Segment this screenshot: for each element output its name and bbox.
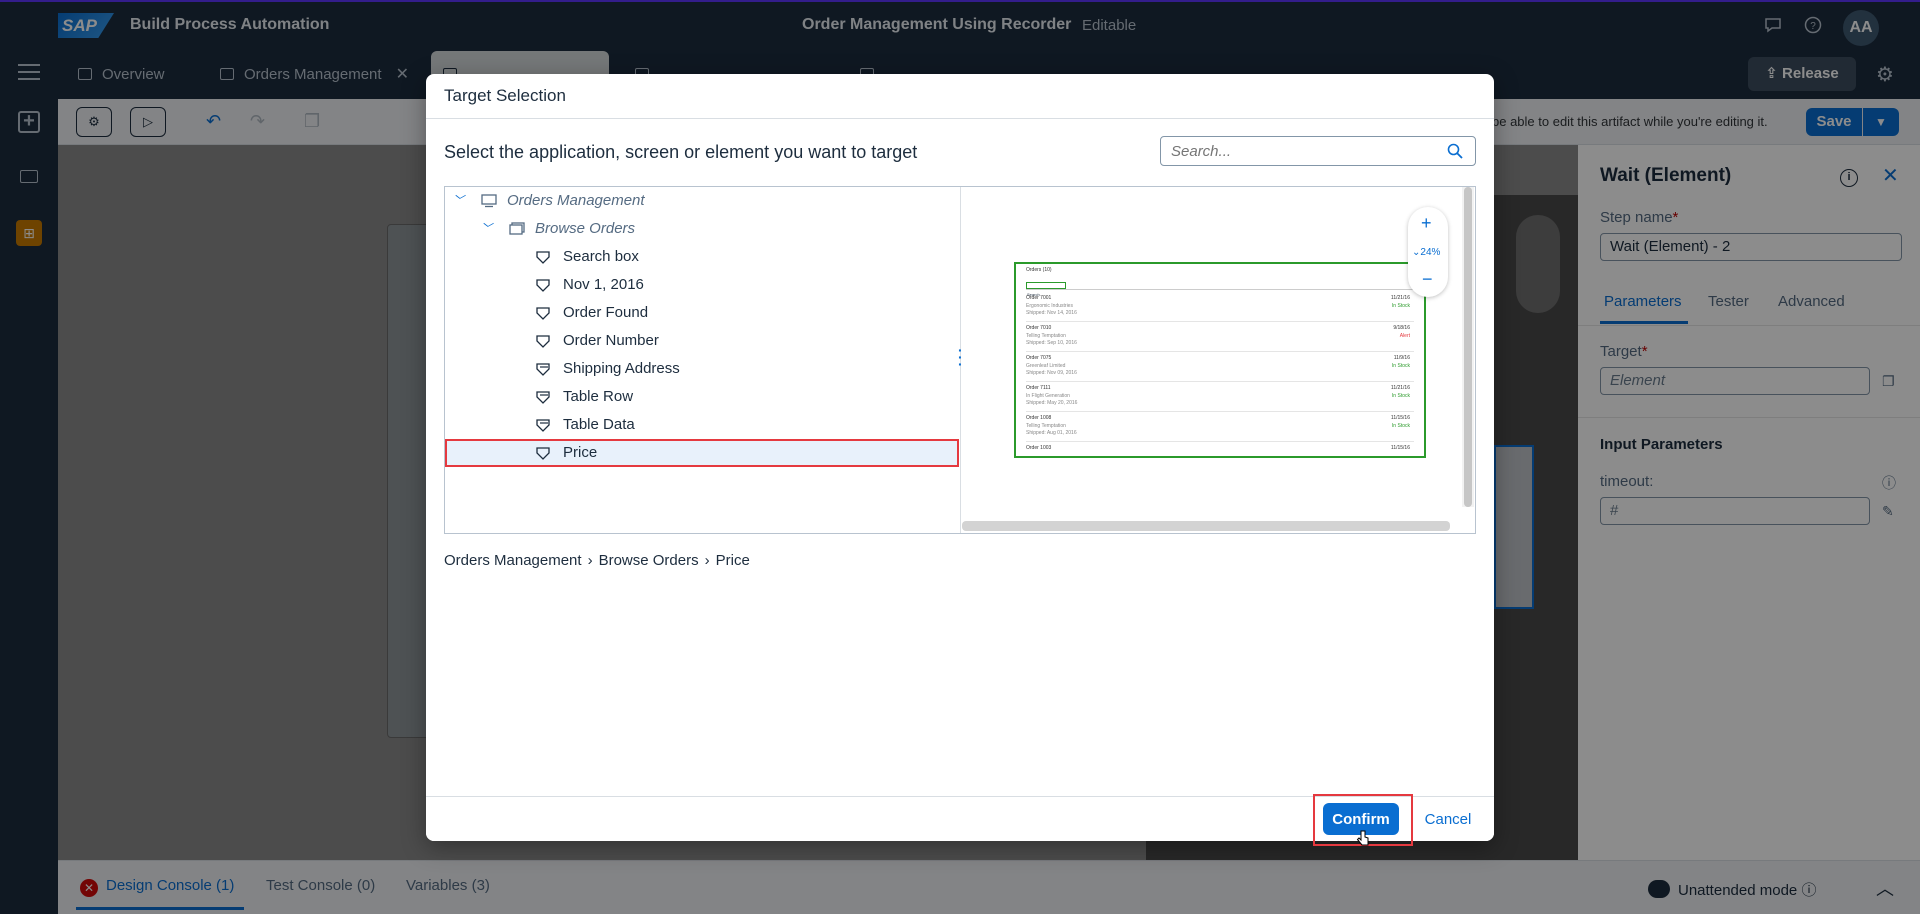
preview-row-line: Shipped: May 20, 2016 <box>1026 400 1078 406</box>
element-collection-icon <box>536 363 550 376</box>
preview-search-bar <box>1026 281 1414 290</box>
tree-item-element[interactable]: Nov 1, 2016 <box>445 271 959 299</box>
tree-item-label: Table Data <box>563 416 635 433</box>
chevron-down-icon[interactable]: ﹀ <box>481 215 492 243</box>
chevron-right-icon: › <box>587 552 593 569</box>
preview-row-status: In Stock <box>1391 363 1410 369</box>
tree-item-label: Order Found <box>563 304 649 321</box>
preview-row-status: In Stock <box>1391 393 1410 399</box>
element-icon <box>536 279 550 292</box>
preview-row-line: Shipped: Aug 01, 2016 <box>1026 430 1077 436</box>
preview-row-sub: Greenleaf Limited <box>1026 363 1066 369</box>
preview-row-sub: Telling Temptation <box>1026 423 1066 429</box>
preview-zoom-control: + ⌄24% − <box>1408 207 1448 297</box>
preview-row-date: 11/9/16 <box>1393 355 1410 361</box>
tree-item-screen[interactable]: ﹀ Browse Orders <box>445 215 959 243</box>
dialog-title: Target Selection <box>444 86 566 105</box>
tree-item-element-collection[interactable]: Table Row <box>445 383 959 411</box>
preview-row-date: 11/21/16 <box>1390 385 1410 391</box>
preview-row-status: Alert <box>1399 333 1410 339</box>
preview-row-date: 11/21/16 <box>1390 295 1410 301</box>
preview-row-title: Order 1008 <box>1026 415 1052 421</box>
preview-row-line: Shipped: Nov 09, 2016 <box>1026 370 1077 376</box>
zoom-in-icon[interactable]: + <box>1421 213 1432 234</box>
element-icon <box>536 335 550 348</box>
tree-item-label: Search box <box>563 248 639 265</box>
tree-item-label: Shipping Address <box>563 360 680 377</box>
selection-body: ﹀ Orders Management ﹀ Browse Orders Sear… <box>444 186 1476 534</box>
element-icon <box>536 447 550 460</box>
preview-row: Order 7001 Ergonomic Industries Shipped: N… <box>1026 292 1414 322</box>
chevron-down-icon[interactable]: ﹀ <box>453 187 464 215</box>
tree-item-label: Table Row <box>563 388 634 405</box>
preview-row-status: In Stock <box>1391 303 1410 309</box>
dialog-instruction: Select the application, screen or elemen… <box>444 142 918 162</box>
preview-row-date: 11/15/16 <box>1390 415 1410 421</box>
tree-item-label: Order Number <box>563 332 659 349</box>
preview-row: Order 1003 11/15/16 <box>1026 442 1414 456</box>
preview-row-line: Shipped: Nov 14, 2016 <box>1026 310 1077 316</box>
tree-item-element-selected[interactable]: Price <box>445 439 959 467</box>
preview-row-title: Order 7111 <box>1026 385 1051 391</box>
chevron-right-icon: › <box>704 552 710 569</box>
divider <box>426 118 1494 119</box>
preview-row-title: Order 7010 <box>1026 325 1052 331</box>
preview-row-sub: Ergonomic Industries <box>1026 303 1073 309</box>
preview-row-sub: In Flight Generation <box>1026 393 1070 399</box>
preview-row-status: In Stock <box>1391 423 1410 429</box>
target-tree: ﹀ Orders Management ﹀ Browse Orders Sear… <box>445 187 961 533</box>
search-input[interactable] <box>1161 137 1431 165</box>
tree-item-label: Orders Management <box>507 192 645 209</box>
preview-row-title: Order 7001 <box>1026 295 1052 301</box>
zoom-level[interactable]: ⌄24% <box>1412 247 1440 258</box>
tree-item-element-collection[interactable]: Table Data <box>445 411 959 439</box>
preview-row: Order 7010 Telling Temptation Shipped: Sep… <box>1026 322 1414 352</box>
scrollbar-thumb[interactable] <box>1464 187 1472 507</box>
vertical-scrollbar[interactable] <box>1462 187 1474 507</box>
zoom-out-icon[interactable]: − <box>1422 269 1433 290</box>
tree-item-label: Browse Orders <box>535 220 636 237</box>
cancel-button[interactable]: Cancel <box>1416 803 1480 835</box>
application-icon <box>481 194 497 208</box>
tree-item-element[interactable]: Search box <box>445 243 959 271</box>
element-icon <box>536 251 550 264</box>
search-icon[interactable] <box>1447 143 1463 159</box>
preview-search-highlight: Search <box>1026 282 1066 297</box>
target-selection-dialog: Target Selection Select the application,… <box>426 74 1494 841</box>
preview-header: Orders (10) <box>1026 267 1052 273</box>
preview-row-date: 11/15/16 <box>1390 445 1410 451</box>
preview-screenshot[interactable]: Orders (10) Search Order 7001 Ergonomic I… <box>1014 262 1426 458</box>
tree-item-element[interactable]: Order Number <box>445 327 959 355</box>
breadcrumb-item: Browse Orders <box>598 552 699 569</box>
screen-icon <box>509 222 525 235</box>
element-collection-icon <box>536 419 550 432</box>
breadcrumb-item: Price <box>715 552 750 569</box>
preview-row-date: 9/18/16 <box>1393 325 1410 331</box>
tree-item-application[interactable]: ﹀ Orders Management <box>445 187 959 215</box>
preview-row: Order 7075 Greenleaf Limited Shipped: Nov … <box>1026 352 1414 382</box>
horizontal-scrollbar[interactable] <box>962 521 1450 531</box>
preview-row-title: Order 7075 <box>1026 355 1052 361</box>
preview-row: Order 7111 In Flight Generation Shipped: M… <box>1026 382 1414 412</box>
tree-item-element-collection[interactable]: Shipping Address <box>445 355 959 383</box>
screen-preview: Orders (10) Search Order 7001 Ergonomic I… <box>962 187 1475 533</box>
zoom-level-text: 24% <box>1420 247 1441 258</box>
preview-row: Order 1008 Telling Temptation Shipped: Aug… <box>1026 412 1414 442</box>
element-collection-icon <box>536 391 550 404</box>
element-icon <box>536 307 550 320</box>
breadcrumb: Orders Management › Browse Orders › Price <box>444 552 750 569</box>
preview-row-line: Shipped: Sep 10, 2016 <box>1026 340 1077 346</box>
hand-cursor-icon <box>1356 830 1369 846</box>
breadcrumb-item: Orders Management <box>444 552 582 569</box>
search-field <box>1160 136 1476 166</box>
preview-row-title: Order 1003 <box>1026 445 1052 451</box>
tree-item-element[interactable]: Order Found <box>445 299 959 327</box>
tree-item-label: Nov 1, 2016 <box>563 276 644 293</box>
tree-item-label: Price <box>563 444 598 461</box>
preview-row-sub: Telling Temptation <box>1026 333 1066 339</box>
